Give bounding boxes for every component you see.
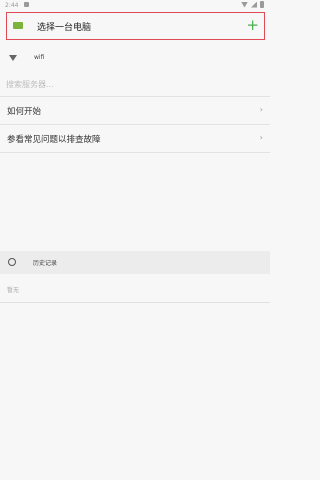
menu-item-label: 如何开始 [7, 107, 42, 117]
status-icons [241, 1, 264, 8]
select-pc-header: 选择一台电脑 + [6, 12, 265, 40]
status-time: 2:44 [5, 2, 19, 9]
network-row: wifi [0, 48, 270, 70]
status-bar: 2:44 [0, 0, 270, 10]
menu-item-faq[interactable]: 参看常见问题以排查故障 › [0, 125, 270, 153]
pc-icon [13, 22, 23, 29]
wifi-icon [9, 55, 17, 61]
menu-item-getting-started[interactable]: 如何开始 › [0, 97, 270, 125]
add-pc-button[interactable]: + [246, 15, 259, 35]
search-row [0, 72, 270, 97]
history-empty-text: 暂无 [7, 287, 20, 294]
history-title: 历史记录 [33, 260, 58, 267]
chevron-right-icon: › [259, 133, 263, 142]
menu-item-label: 参看常见问题以排查故障 [7, 135, 101, 145]
cell-signal-icon [251, 1, 257, 8]
history-empty-row: 暂无 [0, 276, 270, 303]
wifi-signal-icon [241, 1, 248, 8]
chevron-right-icon: › [259, 105, 263, 114]
network-label: wifi [34, 54, 45, 61]
history-header: 历史记录 [0, 251, 270, 274]
battery-icon [260, 1, 264, 8]
select-pc-title: 选择一台电脑 [37, 23, 92, 33]
server-search-input[interactable] [6, 77, 256, 91]
notification-icon [24, 2, 29, 7]
clock-icon [8, 258, 16, 266]
